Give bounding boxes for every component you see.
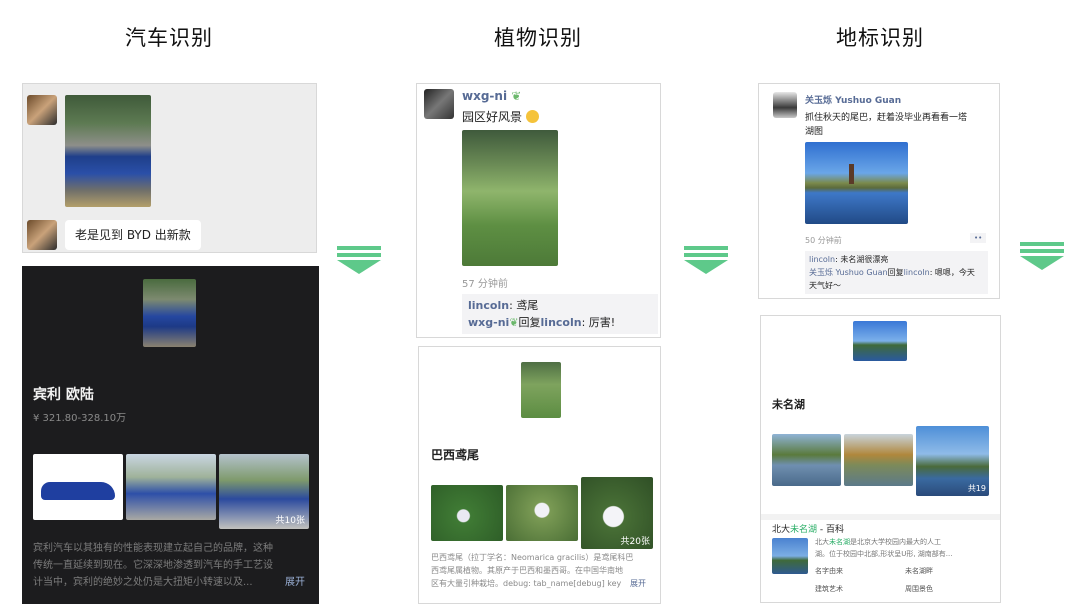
comment-row: lincoln: 鸢尾 (468, 297, 652, 314)
comment-target[interactable]: lincoln (541, 316, 582, 329)
comment-text: : 鸢尾 (509, 299, 539, 312)
baike-summary-highlight: 未名湖 (829, 538, 850, 546)
baike-link-lakeside[interactable]: 未名湖畔 (905, 566, 933, 576)
landmark-recognition-heading: 地标识别 (836, 26, 924, 50)
landmark-result-panel: 未名湖 共19 北大未名湖 - 百科 北大未名湖是北京大学校园内最大的人工 湖。… (760, 315, 1001, 603)
post-username[interactable]: wxg-ni ❦ (462, 89, 521, 103)
divider (761, 514, 1000, 520)
gallery-count: 共10张 (275, 516, 305, 526)
plant-photo[interactable] (462, 130, 558, 266)
post-text-content: 园区好风景 (462, 110, 523, 124)
baike-link-scenery[interactable]: 周围景色 (905, 584, 933, 594)
arrow-down-icon (337, 246, 381, 274)
car-gallery[interactable]: 共10张 (33, 454, 309, 529)
baike-title[interactable]: 北大未名湖 - 百科 (772, 522, 844, 535)
plant-description-line: 西鸢尾属植物。其原产于巴西和墨西哥。在中国华南地 (431, 566, 623, 575)
baike-title-highlight: 未名湖 (790, 525, 818, 535)
plant-result-panel: 巴西鸢尾 共20张 巴西鸢尾（拉丁学名：Neomarica gracilis）是… (418, 346, 661, 604)
leaf-icon: ❦ (511, 89, 522, 103)
more-button[interactable]: •• (970, 233, 987, 243)
gallery-count: 共20张 (620, 537, 650, 547)
leaf-icon: ❦ (509, 316, 519, 329)
baike-summary-line: 北大未名湖是北京大学校园内最大的人工 (815, 537, 941, 547)
emoji-icon (525, 110, 539, 123)
comment-target[interactable]: lincoln (904, 268, 930, 277)
comment-user[interactable]: wxg-ni (468, 316, 509, 329)
expand-link[interactable]: 展开 (630, 578, 646, 589)
post-text-line: 抓住秋天的尾巴，赶着没毕业再看看一塔 (805, 113, 968, 123)
baike-summary-line: 湖。位于校园中北部,形状呈U形, 湖南部有... (815, 550, 953, 558)
gallery-image[interactable] (506, 485, 578, 541)
baike-thumbnail (772, 538, 808, 574)
baike-link-architecture[interactable]: 建筑艺术 (815, 584, 843, 594)
avatar[interactable] (27, 220, 57, 250)
arrow-down-icon (1020, 242, 1064, 270)
car-photo-message[interactable] (65, 95, 151, 207)
gallery-image[interactable]: 共10张 (219, 454, 309, 529)
baike-summary-prefix: 北大 (815, 538, 829, 546)
comment-row: lincoln: 未名湖很漂亮 (809, 253, 984, 266)
plant-thumbnail (521, 362, 561, 418)
car-description-line: 计当中，宾利的绝妙之处仍是大扭矩小转速以及... (33, 577, 253, 588)
car-result-name: 宾利 欧陆 (33, 387, 94, 403)
expand-link[interactable]: 展开 (285, 573, 305, 588)
gallery-image[interactable] (126, 454, 216, 520)
reply-label: 回复 (518, 316, 541, 329)
post-time: 50 分钟前 (805, 236, 842, 245)
gallery-image[interactable] (431, 485, 503, 541)
post-username[interactable]: 关玉烁 Yushuo Guan (805, 93, 901, 106)
baike-title-suffix: - 百科 (817, 525, 845, 535)
car-chat-panel: 老是见到 BYD 出新款 (22, 83, 317, 253)
gallery-image[interactable] (844, 434, 913, 486)
landmark-gallery[interactable]: 共19 (772, 426, 989, 496)
comment-text: : 嗯嗯，今天 (929, 268, 975, 277)
comment-area: lincoln: 未名湖很漂亮 关玉烁 Yushuo Guan回复lincoln… (805, 251, 988, 294)
lake-photo[interactable] (805, 142, 908, 224)
gallery-count: 共19 (967, 484, 986, 493)
baike-summary-rest: 是北京大学校园内最大的人工 (850, 538, 941, 546)
comment-row: 天气好～ (809, 281, 841, 290)
gallery-image[interactable]: 共20张 (581, 477, 653, 549)
car-description-line: 宾利汽车以其独有的性能表现建立起自己的品牌，这种 (33, 543, 273, 554)
landmark-moments-panel: 关玉烁 Yushuo Guan 抓住秋天的尾巴，赶着没毕业再看看一塔 湖图 50… (758, 83, 1000, 299)
comment-user[interactable]: 关玉烁 Yushuo Guan (809, 268, 888, 277)
avatar[interactable] (27, 95, 57, 125)
post-time: 57 分钟前 (462, 279, 508, 290)
plant-recognition-heading: 植物识别 (494, 26, 582, 50)
avatar[interactable] (424, 89, 454, 119)
car-result-panel: 宾利 欧陆 ¥ 321.80-328.10万 共10张 宾利汽车以其独有的性能表… (22, 266, 319, 604)
post-text: 园区好风景 (462, 108, 539, 125)
comment-user[interactable]: lincoln (809, 255, 835, 264)
gallery-image[interactable] (33, 454, 123, 520)
comment-text: : 未名湖很漂亮 (835, 255, 889, 264)
reply-label: 回复 (887, 268, 904, 277)
pagoda-shape (849, 164, 854, 184)
plant-description-line: 区有大量引种栽培。debug: tab_name[debug] key ... (431, 579, 621, 588)
arrow-down-icon (684, 246, 728, 274)
gallery-image[interactable]: 共19 (916, 426, 989, 496)
car-price: ¥ 321.80-328.10万 (33, 413, 127, 424)
comment-text: : 厉害! (581, 316, 616, 329)
car-recognition-heading: 汽车识别 (125, 26, 213, 50)
avatar[interactable] (773, 92, 797, 118)
username-text[interactable]: wxg-ni (462, 89, 507, 103)
car-thumbnail (143, 279, 196, 347)
plant-moments-panel: wxg-ni ❦ 园区好风景 57 分钟前 lincoln: 鸢尾 wxg-ni… (416, 83, 661, 338)
post-text-line: 湖图 (805, 127, 824, 137)
gallery-image[interactable] (772, 434, 841, 486)
plant-gallery[interactable]: 共20张 (431, 477, 653, 553)
landmark-result-name: 未名湖 (772, 398, 805, 411)
landmark-thumbnail (853, 321, 907, 361)
chat-message-bubble[interactable]: 老是见到 BYD 出新款 (65, 220, 201, 250)
comment-user[interactable]: lincoln (468, 299, 509, 312)
car-description-line: 传统一直延续到现在。它深深地渗透到汽车的手工艺设 (33, 560, 273, 571)
plant-description-line: 巴西鸢尾（拉丁学名：Neomarica gracilis）是鸢尾科巴 (431, 553, 634, 562)
plant-result-name: 巴西鸢尾 (431, 448, 480, 462)
comment-row: 关玉烁 Yushuo Guan回复lincoln: 嗯嗯，今天 (809, 266, 984, 279)
baike-title-prefix: 北大 (772, 525, 791, 535)
comment-area: lincoln: 鸢尾 wxg-ni❦回复lincoln: 厉害! (462, 294, 658, 334)
baike-link-name-origin[interactable]: 名字由来 (815, 566, 843, 576)
comment-row: wxg-ni❦回复lincoln: 厉害! (468, 314, 652, 331)
